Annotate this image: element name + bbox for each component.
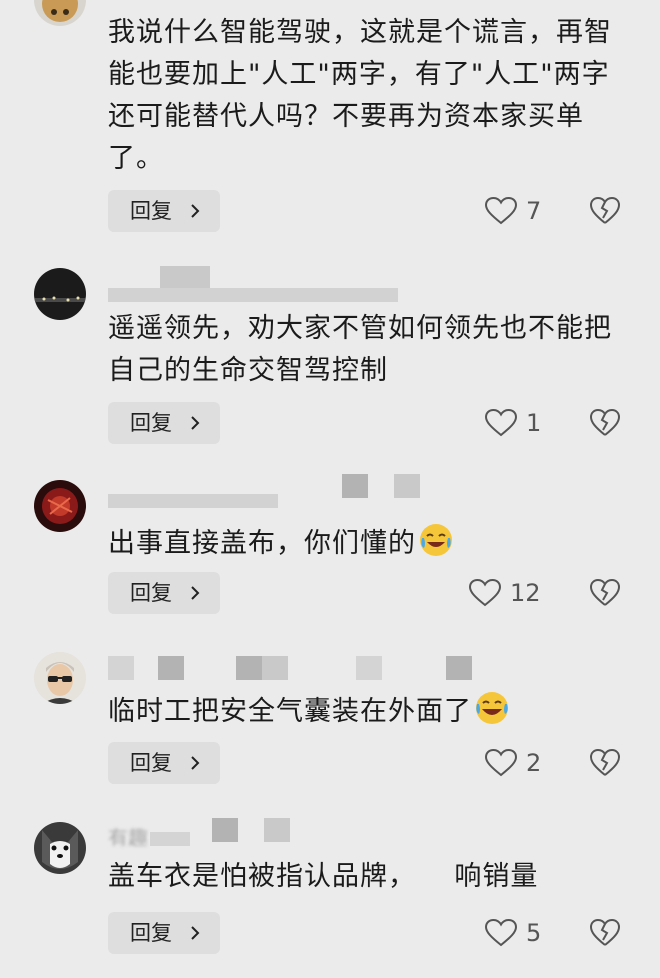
blurred-name-block [394,474,420,498]
reply-label: 回复 [130,411,172,435]
like-count: 7 [526,197,542,225]
broken-heart-icon[interactable] [589,918,621,948]
username[interactable]: 有趣 [108,824,148,846]
blurred-name-block [108,288,398,302]
heart-icon[interactable] [484,196,518,226]
reply-button[interactable]: 回复 [108,402,220,444]
reply-label: 回复 [130,751,172,775]
like-count: 1 [526,409,542,437]
comment-text-content: 临时工把安全气囊装在外面了 [108,696,472,727]
bear-avatar-icon[interactable] [34,0,86,26]
blurred-name-block [236,656,262,680]
husky-dog-avatar-icon[interactable] [34,822,86,874]
chevron-right-icon [191,586,200,600]
blurred-name-block [150,832,190,846]
heart-icon[interactable] [484,748,518,778]
heart-icon[interactable] [484,918,518,948]
broken-heart-icon[interactable] [589,408,621,438]
comment-text-content: 出事直接盖布，你们懂的 [108,528,416,559]
comment-text: 出事直接盖布，你们懂的 [108,522,628,565]
heart-icon[interactable] [484,408,518,438]
blurred-name-block [264,818,290,842]
broken-heart-icon[interactable] [589,196,621,226]
chevron-right-icon [191,416,200,430]
blurred-name-block [212,818,238,842]
night-scene-avatar-icon[interactable] [34,268,86,320]
reply-button[interactable]: 回复 [108,742,220,784]
reply-button[interactable]: 回复 [108,572,220,614]
laughing-crying-emoji-icon [420,524,452,556]
like-count: 2 [526,749,542,777]
chevron-right-icon [191,926,200,940]
blurred-name-block [160,266,210,290]
comment-text: 盖车衣是怕被指认品牌， 响销量 [108,861,539,892]
tears-of-joy-emoji-icon [476,692,508,724]
chevron-right-icon [191,204,200,218]
comment-text: 遥遥领先，劝大家不管如何领先也不能把自己的生命交智驾控制 [108,313,612,386]
man-with-sunglasses-avatar-icon[interactable] [34,652,86,704]
comment-text: 临时工把安全气囊装在外面了 [108,690,628,733]
red-pattern-avatar-icon[interactable] [34,480,86,532]
blurred-name-block [446,656,472,680]
broken-heart-icon[interactable] [589,578,621,608]
chevron-right-icon [191,756,200,770]
reply-label: 回复 [130,199,172,223]
blurred-name-block [158,656,184,680]
blurred-name-block [108,494,278,508]
blurred-name-block [356,656,382,680]
reply-button[interactable]: 回复 [108,912,220,954]
like-count: 5 [526,919,542,947]
heart-icon[interactable] [468,578,502,608]
broken-heart-icon[interactable] [589,748,621,778]
blurred-name-block [342,474,368,498]
reply-button[interactable]: 回复 [108,190,220,232]
comment-text: 我说什么智能驾驶，这就是个谎言，再智能也要加上"人工"两字，有了"人工"两字还可… [108,17,612,174]
blurred-name-block [108,656,134,680]
blurred-name-block [262,656,288,680]
like-count: 12 [510,579,541,607]
reply-label: 回复 [130,921,172,945]
reply-label: 回复 [130,581,172,605]
